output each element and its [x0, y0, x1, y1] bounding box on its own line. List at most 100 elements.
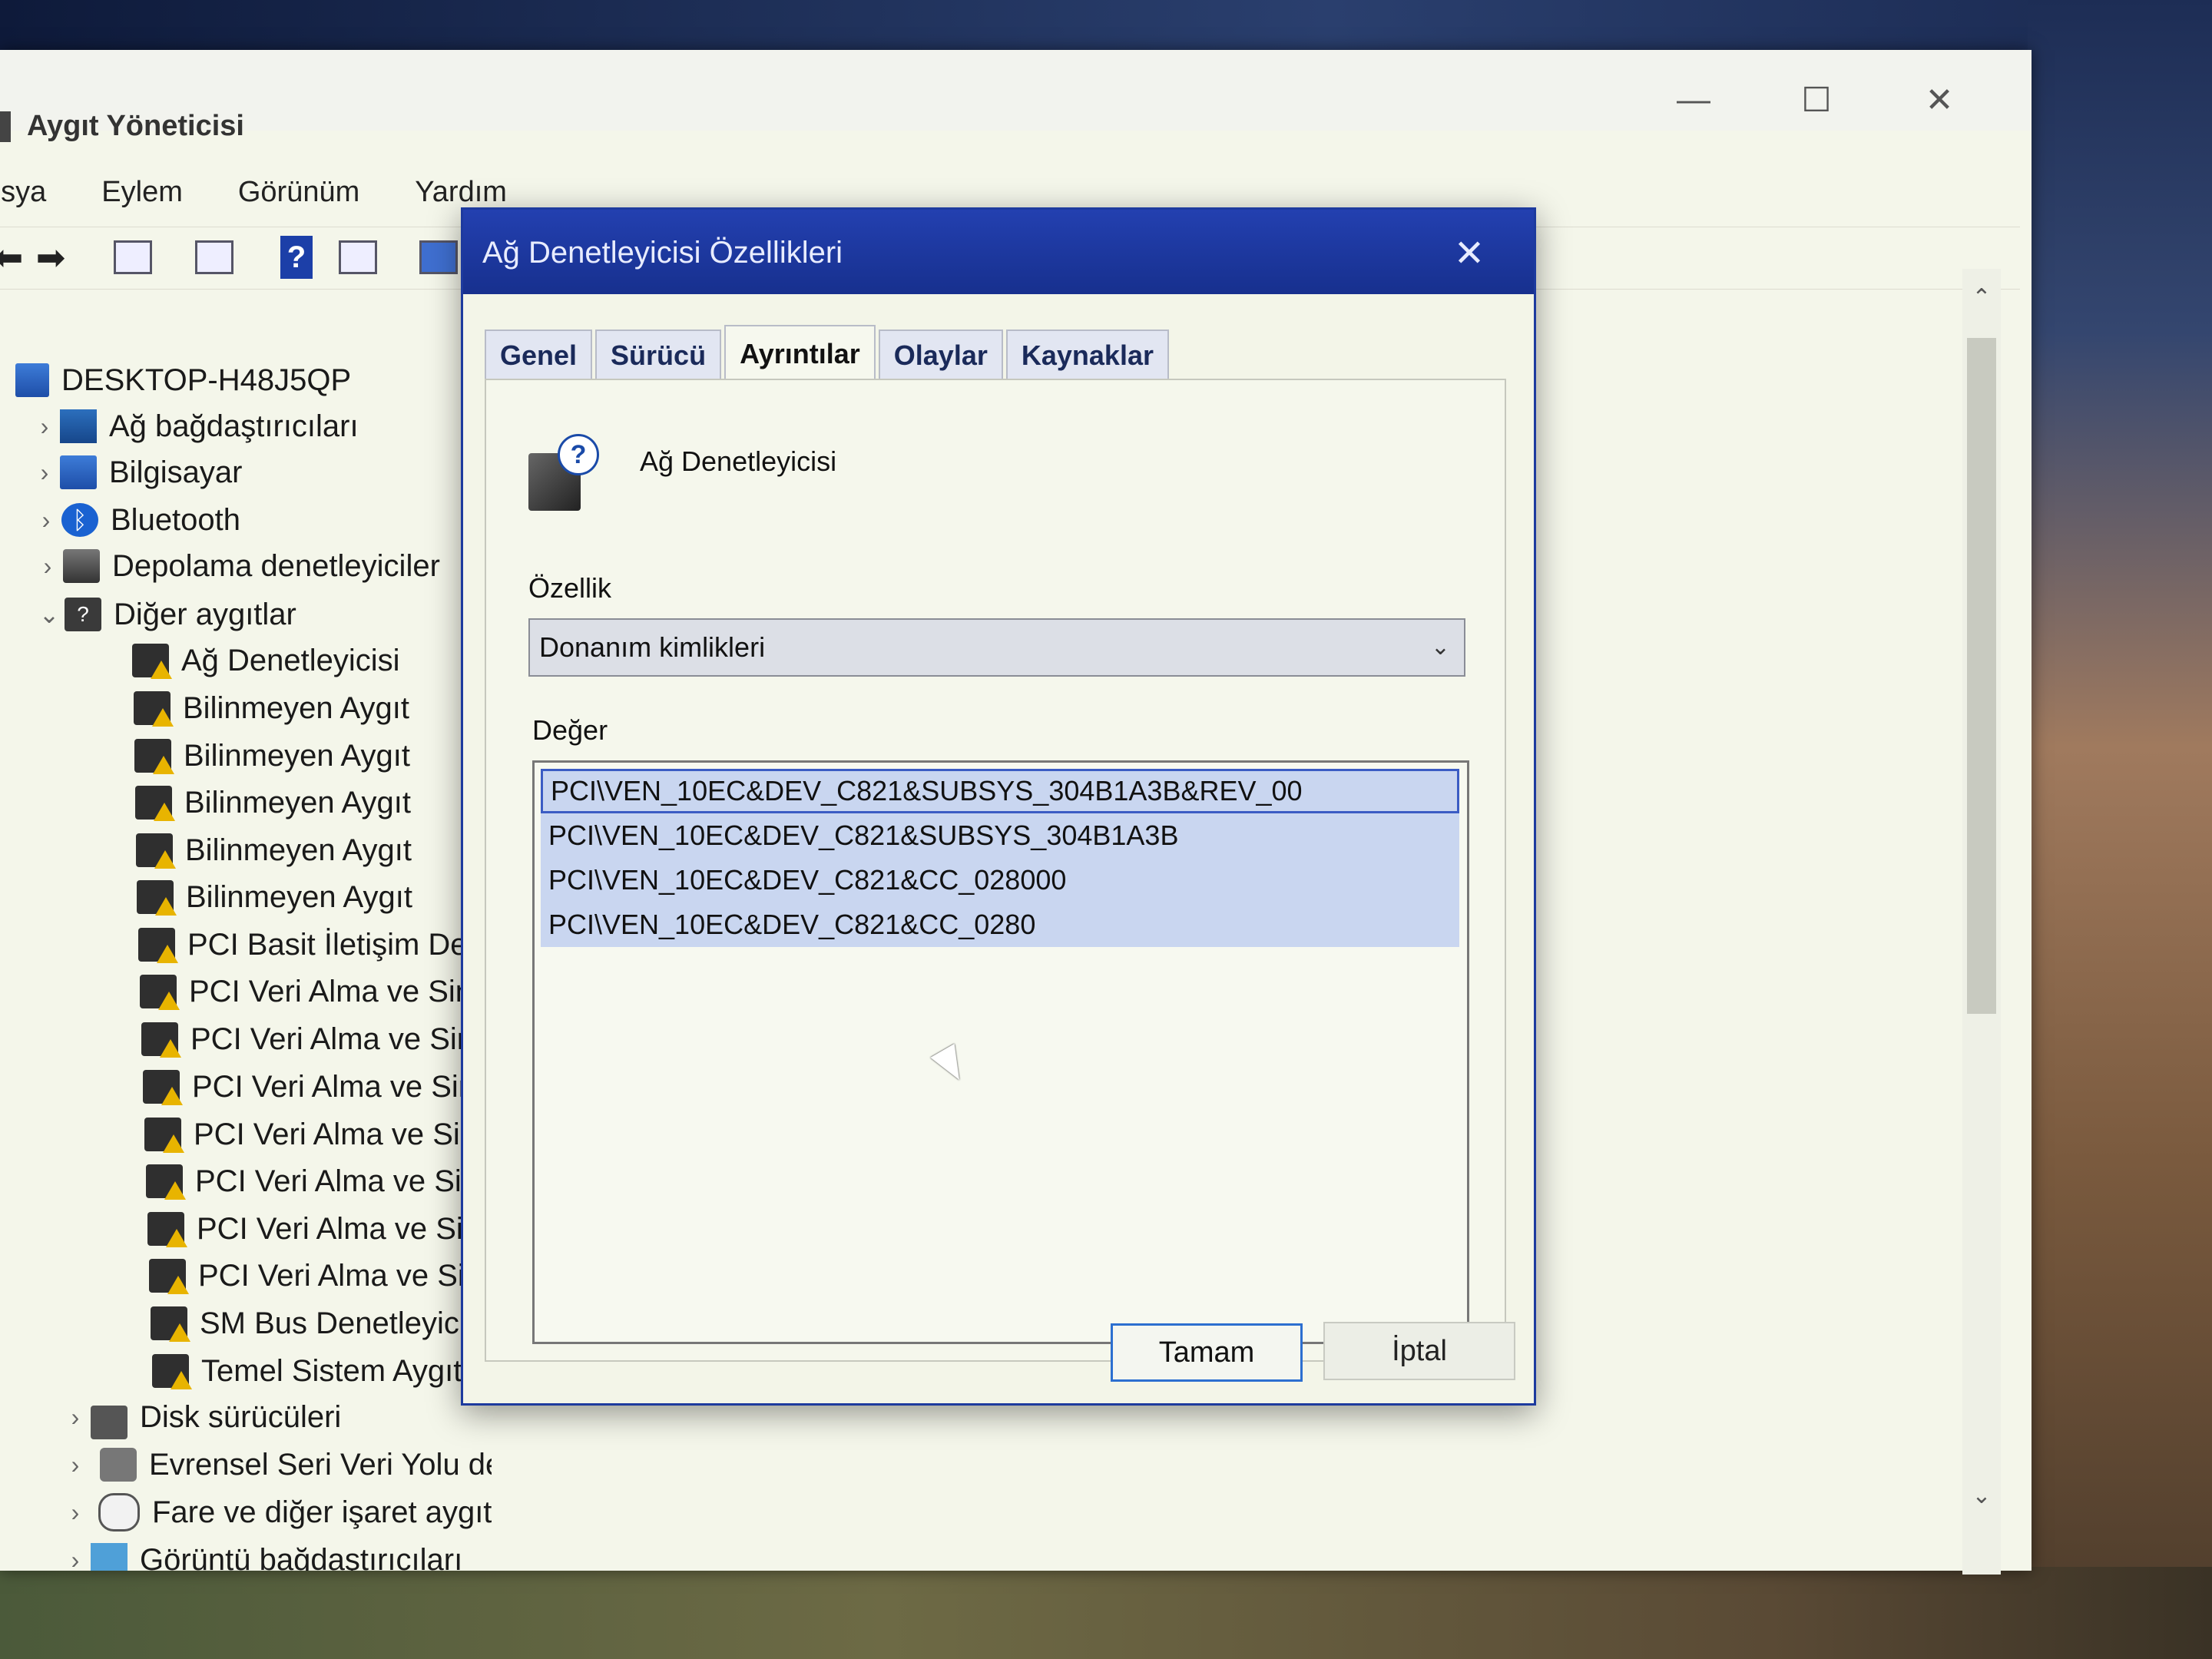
app-icon: [0, 111, 11, 142]
tree-item-computer[interactable]: › Bilgisayar: [29, 449, 242, 495]
scroll-down-icon[interactable]: ⌄: [1962, 1482, 2001, 1521]
chevron-down-icon: ⌄: [1430, 634, 1450, 660]
tree-item-network-controller[interactable]: Ağ Denetleyicisi: [132, 637, 400, 684]
warning-device-icon: [134, 691, 174, 727]
tree-item-pci-device[interactable]: PCI Veri Alma ve Siny: [147, 1206, 492, 1252]
tree-item-storage-controllers[interactable]: › Depolama denetleyiciler: [32, 543, 440, 589]
tree-item-display-adapters[interactable]: › Görüntü bağdaştırıcıları: [60, 1537, 462, 1571]
tree-item-pci-device[interactable]: PCI Veri Alma ve Siny: [141, 1016, 489, 1062]
tree-item-mice[interactable]: › Fare ve diğer işaret aygıtları: [60, 1489, 492, 1535]
warning-device-icon: [132, 644, 172, 679]
value-label: Değer: [532, 714, 608, 746]
tree-item-unknown-device[interactable]: Bilinmeyen Aygıt: [136, 827, 412, 873]
properties-dialog: Ağ Denetleyicisi Özellikleri ✕ Genel Sür…: [461, 207, 1536, 1406]
warning-device-icon: [134, 739, 174, 774]
property-dropdown[interactable]: Donanım kimlikleri ⌄: [528, 618, 1465, 677]
chevron-right-icon[interactable]: ›: [60, 1546, 91, 1571]
tree-item-unknown-device[interactable]: Bilinmeyen Aygıt: [135, 780, 411, 826]
chevron-right-icon[interactable]: ›: [29, 459, 60, 487]
value-list[interactable]: PCI\VEN_10EC&DEV_C821&SUBSYS_304B1A3B&RE…: [532, 760, 1469, 1344]
monitor-icon: [419, 240, 458, 274]
chevron-right-icon[interactable]: ›: [31, 506, 61, 535]
list-item[interactable]: PCI\VEN_10EC&DEV_C821&CC_0280: [541, 902, 1459, 947]
tree-item-sm-bus[interactable]: SM Bus Denetleyicisi: [151, 1300, 488, 1346]
other-devices-icon: ?: [65, 598, 101, 631]
show-hide-tree-button[interactable]: [109, 233, 157, 281]
console-tree-icon: [114, 240, 152, 274]
chevron-right-icon[interactable]: ›: [60, 1498, 91, 1527]
tree-item-usb-controllers[interactable]: › Evrensel Seri Veri Yolu de: [60, 1442, 492, 1488]
chevron-right-icon[interactable]: ›: [60, 1403, 91, 1432]
tab-events[interactable]: Olaylar: [878, 329, 1003, 380]
warning-device-icon: [143, 1070, 183, 1105]
scrollbar-thumb[interactable]: [1967, 338, 1996, 1014]
dialog-title: Ağ Denetleyicisi Özellikleri: [482, 236, 843, 270]
back-arrow-icon: ⬅: [0, 237, 24, 277]
ok-button[interactable]: Tamam: [1111, 1323, 1303, 1382]
properties-icon: [195, 240, 233, 274]
device-tree: DESKTOP-H48J5QP › Ağ bağdaştırıcıları › …: [0, 296, 492, 1571]
tree-item-pci-device[interactable]: PCI Basit İletişim Der: [138, 922, 478, 968]
tree-item-pci-device[interactable]: PCI Veri Alma ve Siny: [143, 1064, 491, 1110]
chevron-right-icon[interactable]: ›: [29, 412, 60, 441]
unknown-device-icon: ?: [528, 434, 599, 511]
title-bar[interactable]: Aygıt Yöneticisi — ☐ ✕: [0, 50, 2032, 142]
tree-item-network-adapters[interactable]: › Ağ bağdaştırıcıları: [29, 403, 359, 449]
warning-device-icon: [138, 928, 178, 963]
tab-details[interactable]: Ayrıntılar: [724, 325, 876, 382]
tab-resources[interactable]: Kaynaklar: [1005, 329, 1169, 380]
warning-device-icon: [144, 1118, 184, 1153]
tree-item-pci-device[interactable]: PCI Veri Alma ve Siny: [140, 969, 488, 1015]
device-name: Ağ Denetleyicisi: [640, 445, 837, 477]
tree-item-pci-device[interactable]: PCI Veri Alma ve Siny: [149, 1253, 492, 1299]
menu-view[interactable]: Görünüm: [238, 165, 381, 219]
storage-icon: [63, 549, 100, 583]
warning-device-icon: [152, 1354, 192, 1389]
tree-item-pci-device[interactable]: PCI Veri Alma ve Siny: [146, 1158, 492, 1204]
tab-general[interactable]: Genel: [485, 329, 593, 380]
tree-item-bluetooth[interactable]: › ᛒ Bluetooth: [31, 497, 240, 543]
tree-item-disk-drives[interactable]: › Disk sürücüleri: [60, 1394, 341, 1440]
tree-item-unknown-device[interactable]: Bilinmeyen Aygıt: [137, 874, 412, 920]
vertical-scrollbar[interactable]: ⌃ ⌄: [1962, 269, 2001, 1575]
scan-hardware-button[interactable]: [415, 233, 462, 281]
close-button[interactable]: ✕: [1897, 73, 1982, 127]
action-pane-button[interactable]: [334, 233, 382, 281]
chevron-right-icon[interactable]: ›: [32, 552, 63, 581]
dialog-title-bar[interactable]: Ağ Denetleyicisi Özellikleri ✕: [463, 210, 1534, 294]
warning-device-icon: [149, 1259, 189, 1294]
computer-icon: [60, 455, 97, 489]
maximize-button[interactable]: ☐: [1774, 73, 1859, 127]
menu-action[interactable]: Eylem: [101, 165, 204, 219]
properties-button[interactable]: [190, 233, 238, 281]
cancel-button[interactable]: İptal: [1323, 1322, 1515, 1380]
tab-strip: Genel Sürücü Ayrıntılar Olaylar Kaynakla…: [485, 325, 1172, 382]
chevron-right-icon[interactable]: ›: [60, 1451, 91, 1479]
chevron-down-icon[interactable]: ⌄: [34, 600, 65, 629]
tree-item-unknown-device[interactable]: Bilinmeyen Aygıt: [134, 733, 410, 779]
desktop-wallpaper: [2028, 0, 2212, 1659]
tree-item-pci-device[interactable]: PCI Veri Alma ve Siny: [144, 1111, 492, 1157]
list-item[interactable]: PCI\VEN_10EC&DEV_C821&SUBSYS_304B1A3B: [541, 813, 1459, 858]
scroll-up-icon[interactable]: ⌃: [1962, 284, 2001, 323]
tree-item-base-system-device[interactable]: Temel Sistem Aygıtı: [152, 1348, 471, 1394]
tree-item-unknown-device[interactable]: Bilinmeyen Aygıt: [134, 685, 409, 731]
minimize-button[interactable]: —: [1651, 73, 1736, 127]
property-label: Özellik: [528, 572, 612, 604]
list-item[interactable]: PCI\VEN_10EC&DEV_C821&SUBSYS_304B1A3B&RE…: [541, 769, 1459, 813]
dialog-close-button[interactable]: ✕: [1427, 227, 1512, 280]
help-icon: ?: [280, 236, 313, 279]
display-icon: [91, 1543, 127, 1571]
help-button[interactable]: ?: [273, 233, 320, 281]
computer-icon: [15, 363, 49, 397]
tree-root[interactable]: DESKTOP-H48J5QP: [15, 357, 351, 403]
list-item[interactable]: PCI\VEN_10EC&DEV_C821&CC_028000: [541, 858, 1459, 902]
tab-driver[interactable]: Sürücü: [595, 329, 722, 380]
menu-file[interactable]: osya: [0, 165, 68, 219]
tree-item-other-devices[interactable]: ⌄ ? Diğer aygıtlar: [34, 591, 296, 637]
bluetooth-icon: ᛒ: [61, 503, 98, 537]
details-panel: ? Ağ Denetleyicisi Özellik Donanım kimli…: [485, 379, 1506, 1362]
forward-button[interactable]: ➡: [27, 233, 75, 281]
mouse-icon: [98, 1493, 140, 1532]
warning-device-icon: [141, 1022, 181, 1058]
